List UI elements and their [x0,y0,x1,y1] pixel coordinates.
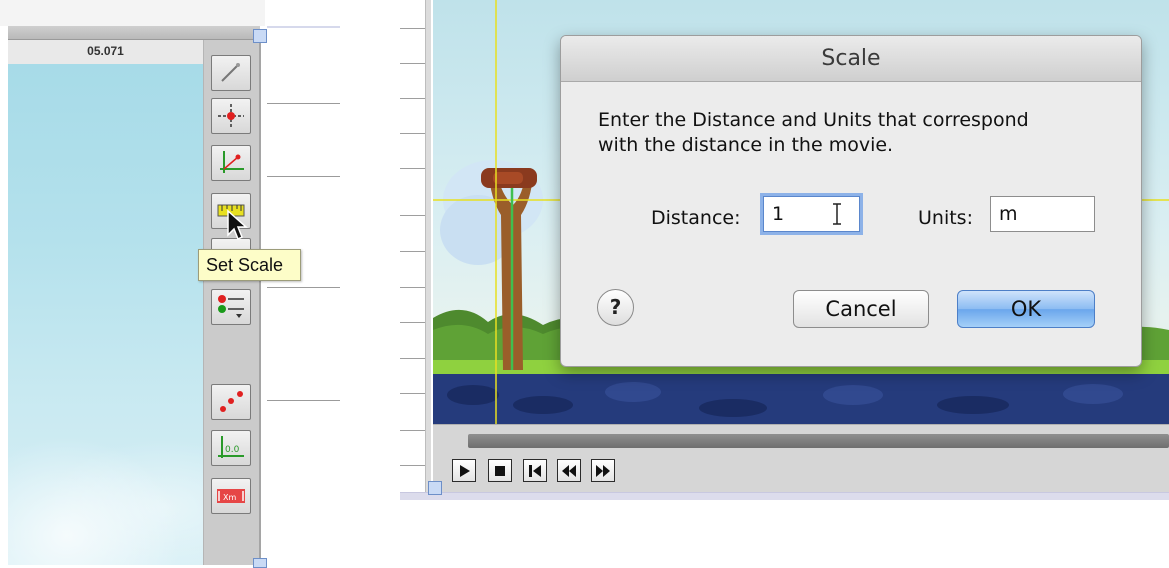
dialog-message-line2: with the distance in the movie. [598,134,894,156]
step-back-button[interactable] [523,459,547,482]
point-track-options-icon [218,295,244,318]
graph-gridline [267,103,340,104]
graph-gridline [267,287,340,288]
ruler-tick [400,430,425,431]
timeline-slider[interactable] [468,434,1169,448]
distance-value: 1 [772,203,785,225]
graph-gridline [267,176,340,177]
top-strip [0,0,265,26]
units-field[interactable]: m [990,196,1095,232]
units-value: m [999,203,1018,225]
track-tool-icon [221,63,240,82]
ruler-tick [400,251,425,252]
cancel-button[interactable]: Cancel [793,290,929,328]
video-window: Scale Enter the Distance and Units that … [400,0,1169,500]
left-panel: 05.071 0.0 Xm Set Scale [0,0,340,568]
svg-text:0.0: 0.0 [225,445,240,455]
coordinate-origin-icon: 0.0 [218,436,244,458]
help-button[interactable]: ? [597,289,634,326]
stop-button[interactable] [488,459,512,482]
resize-handle-bottom-left[interactable] [428,481,442,495]
set-scale-tooltip: Set Scale [198,249,301,281]
distance-label: Distance: [651,207,741,229]
player-controls [433,424,1169,494]
ruler-tick [400,63,425,64]
column-header: 05.071 [8,40,203,64]
resize-handle-top[interactable] [253,29,267,43]
ruler-tick [400,465,425,466]
step-back-icon [529,464,541,477]
origin-target-icon [218,104,244,128]
window-bottom-edge [400,492,1169,500]
ruler-tick [400,358,425,359]
units-label: Units: [918,207,973,229]
play-icon [460,464,470,477]
ok-button[interactable]: OK [957,290,1095,328]
mouse-pointer-icon [227,209,248,241]
track-tool-button[interactable] [211,55,251,91]
stop-icon [495,465,505,476]
point-options-button[interactable] [211,289,251,325]
graph-pane [267,26,340,565]
axes-icon [220,151,244,173]
horizontal-ruler [8,26,260,40]
ruler-tick [400,28,425,29]
show-points-button[interactable] [211,384,251,420]
ruler-tick [400,393,425,394]
show-points-icon [220,391,243,412]
scale-dialog: Scale Enter the Distance and Units that … [560,35,1142,367]
ruler-tick [400,215,425,216]
dialog-message: Enter the Distance and Units that corres… [598,108,1118,158]
rewind-button[interactable] [557,459,581,482]
measure-button[interactable]: Xm [211,478,251,514]
graph-gridline [267,400,340,401]
rewind-icon [562,464,576,477]
distance-field[interactable]: 1 [763,196,860,232]
ruler-tick [400,168,425,169]
axes-tool-button[interactable] [211,145,251,181]
play-button[interactable] [452,459,476,482]
vertical-ruler [425,0,431,500]
ruler-tick [400,322,425,323]
ruler-tick [400,287,425,288]
resize-handle-bottom[interactable] [253,558,267,568]
coordinate-button[interactable]: 0.0 [211,430,251,466]
cloud-decoration [8,420,203,565]
fast-forward-button[interactable] [591,459,615,482]
origin-tool-button[interactable] [211,98,251,134]
ruler-tick [400,98,425,99]
svg-text:Xm: Xm [223,493,236,502]
dialog-title: Scale [561,36,1141,82]
text-cursor-icon [833,203,841,225]
dialog-message-line1: Enter the Distance and Units that corres… [598,109,1029,131]
measure-distance-icon: Xm [217,489,245,503]
ruler-tick [400,133,425,134]
fast-forward-icon [596,464,610,477]
